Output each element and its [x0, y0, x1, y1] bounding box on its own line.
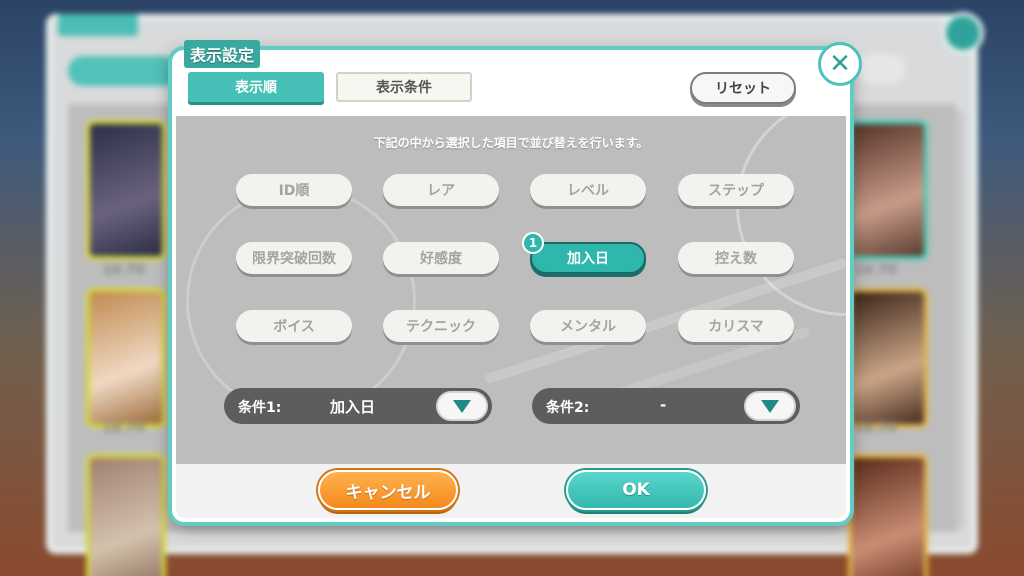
background-level-text: LV.70	[856, 420, 897, 436]
condition-2-selector: 条件2: -	[532, 388, 800, 424]
condition-1-dropdown-button[interactable]	[436, 391, 488, 421]
sort-option-mental[interactable]: メンタル	[530, 310, 646, 342]
sort-option-limit-break[interactable]: 限界突破回数	[236, 242, 352, 274]
display-settings-dialog	[172, 50, 850, 522]
sort-option-id[interactable]: ID順	[236, 174, 352, 206]
dialog-title: 表示設定	[184, 40, 261, 68]
chevron-down-icon	[761, 399, 779, 413]
condition-2-value: -	[660, 396, 667, 414]
background-scrollbar	[956, 110, 964, 530]
background-level-text: LV.70	[104, 420, 145, 436]
background-title-bar	[58, 14, 138, 36]
reset-button[interactable]: リセット	[690, 72, 796, 104]
ok-button[interactable]: OK	[566, 470, 706, 510]
cancel-button[interactable]: キャンセル	[318, 470, 458, 510]
sort-option-voice[interactable]: ボイス	[236, 310, 352, 342]
sort-option-charisma[interactable]: カリスマ	[678, 310, 794, 342]
sort-option-reserve-count[interactable]: 控え数	[678, 242, 794, 274]
instruction-text: 下記の中から選択した項目で並び替えを行います。	[373, 136, 649, 150]
background-character-card	[848, 288, 928, 428]
background-character-card	[848, 120, 928, 260]
condition-2-label: 条件2:	[546, 400, 590, 416]
priority-badge: 1	[522, 232, 544, 254]
close-icon: ✕	[829, 49, 851, 79]
sort-option-technique[interactable]: テクニック	[383, 310, 499, 342]
sort-option-join-date[interactable]: 加入日	[530, 242, 646, 274]
background-close-icon	[942, 12, 984, 54]
tab-sort-order[interactable]: 表示順	[188, 72, 324, 102]
condition-1-selector: 条件1: 加入日	[224, 388, 492, 424]
background-up-icon	[858, 54, 906, 84]
sort-option-step[interactable]: ステップ	[678, 174, 794, 206]
close-button[interactable]: ✕	[818, 42, 862, 86]
condition-2-dropdown-button[interactable]	[744, 391, 796, 421]
sort-option-rarity[interactable]: レア	[383, 174, 499, 206]
dialog-footer	[176, 464, 846, 518]
background-character-card	[86, 454, 166, 576]
chevron-down-icon	[453, 399, 471, 413]
sort-option-level[interactable]: レベル	[530, 174, 646, 206]
background-level-text: LV.70	[856, 262, 897, 278]
tab-display-conditions[interactable]: 表示条件	[336, 72, 472, 102]
condition-1-value: 加入日	[330, 398, 376, 416]
background-character-card	[848, 454, 928, 576]
background-character-card	[86, 120, 166, 260]
decoration-circle	[186, 186, 416, 416]
background-tab	[68, 56, 178, 86]
background-level-text: LV.70	[104, 262, 145, 278]
condition-1-label: 条件1:	[238, 400, 282, 416]
sort-option-affection[interactable]: 好感度	[383, 242, 499, 274]
background-character-card	[86, 288, 166, 428]
